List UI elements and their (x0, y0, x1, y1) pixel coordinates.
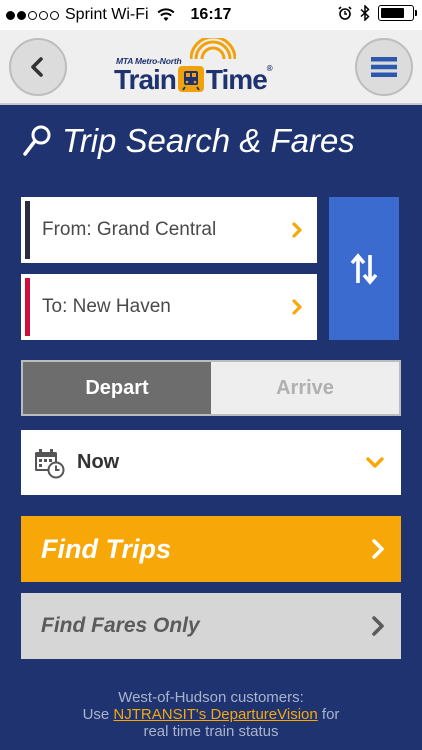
find-fares-button[interactable]: Find Fares Only (21, 593, 401, 659)
logo-word-time: Time (205, 64, 268, 95)
footer-note: West-of-Hudson customers: Use NJTRANSIT'… (0, 689, 422, 740)
calendar-clock-icon (35, 448, 65, 478)
find-trips-button[interactable]: Find Trips (21, 516, 401, 582)
footer-use-text: Use (82, 706, 114, 723)
back-button[interactable] (9, 38, 67, 96)
to-station-label: To: New Haven (42, 296, 171, 317)
hamburger-menu-icon (371, 57, 397, 77)
from-station-field[interactable]: From: Grand Central (21, 197, 317, 263)
depart-button[interactable]: Depart (23, 362, 211, 414)
chevron-down-icon (366, 456, 384, 468)
arrive-button[interactable]: Arrive (211, 362, 399, 414)
app-logo: MTA Metro-North Train Time® (110, 38, 310, 98)
swap-stations-button[interactable] (329, 197, 399, 340)
logo-wordmark: Train Time® (114, 64, 273, 96)
time-selector[interactable]: Now (21, 430, 401, 495)
chevron-right-icon (292, 222, 302, 238)
app-header: MTA Metro-North Train Time® (0, 30, 422, 105)
status-right (338, 5, 417, 21)
from-color-bar (25, 201, 30, 259)
alarm-icon (338, 6, 352, 20)
search-icon (23, 125, 51, 156)
bluetooth-icon (360, 5, 370, 21)
chevron-left-icon (31, 57, 43, 77)
menu-button[interactable] (355, 38, 413, 96)
depart-arrive-toggle: Depart Arrive (21, 360, 401, 416)
footer-line-2: Use NJTRANSIT's DepartureVision for (0, 706, 422, 723)
to-color-bar (25, 278, 30, 336)
page-title: Trip Search & Fares (62, 122, 355, 159)
from-station-label: From: Grand Central (42, 219, 217, 240)
footer-line-3: real time train status (143, 723, 279, 740)
page-title-row: Trip Search & Fares (22, 122, 355, 160)
chevron-right-icon (292, 299, 302, 315)
logo-word-train: Train (114, 64, 177, 95)
chevron-right-icon (372, 539, 384, 559)
signal-arcs-logo-icon (190, 38, 236, 60)
footer-after-link: for (317, 706, 340, 723)
time-value: Now (77, 451, 120, 473)
to-station-field[interactable]: To: New Haven (21, 274, 317, 340)
logo-registered-mark: ® (266, 64, 273, 73)
chevron-right-icon (372, 616, 384, 636)
footer-line-1: West-of-Hudson customers: (118, 689, 304, 706)
swap-arrows-icon (350, 252, 378, 285)
train-icon (177, 66, 204, 92)
status-bar: Sprint Wi-Fi 16:17 (0, 0, 422, 30)
battery-icon (378, 5, 417, 21)
find-trips-label: Find Trips (41, 533, 172, 564)
njtransit-departurevision-link[interactable]: NJTRANSIT's DepartureVision (113, 706, 317, 723)
find-fares-label: Find Fares Only (41, 614, 200, 637)
